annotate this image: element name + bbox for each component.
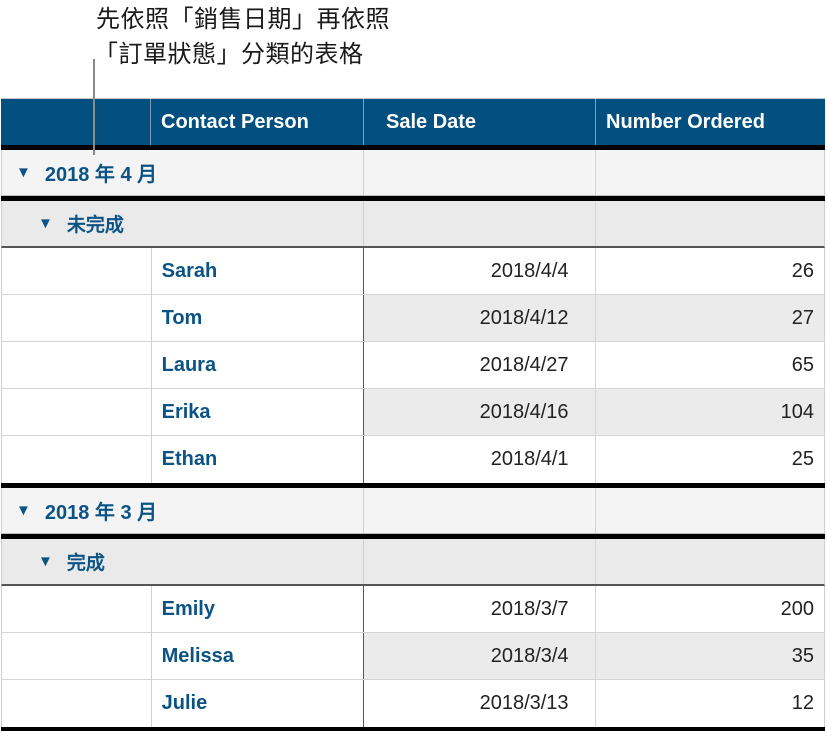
sale-date-cell[interactable]: 2018/3/7 — [364, 586, 596, 632]
sale-date-cell[interactable]: 2018/4/12 — [364, 295, 596, 341]
sale-date-cell[interactable]: 2018/4/4 — [364, 248, 596, 294]
contact-cell[interactable]: Erika — [151, 389, 365, 435]
table-row[interactable]: Tom 2018/4/12 27 — [1, 295, 825, 342]
table-row[interactable]: Melissa 2018/3/4 35 — [1, 633, 825, 680]
disclosure-triangle-down-icon[interactable]: ▼ — [38, 215, 53, 232]
callout-caption: 先依照「銷售日期」再依照 「訂單狀態」分類的表格 — [94, 2, 390, 72]
table-row[interactable]: Ethan 2018/4/1 25 — [1, 436, 825, 483]
table-row[interactable]: Erika 2018/4/16 104 — [1, 389, 825, 436]
header-cell-contact-person[interactable]: Contact Person — [151, 99, 364, 145]
subgroup-cell — [596, 539, 824, 584]
subgroup-row[interactable]: ▼ 未完成 — [1, 201, 825, 248]
subgroup-label-cell[interactable]: ▼ 未完成 — [2, 201, 365, 246]
disclosure-triangle-down-icon[interactable]: ▼ — [38, 553, 53, 570]
table-row[interactable]: Laura 2018/4/27 65 — [1, 342, 825, 389]
contact-cell[interactable]: Emily — [151, 586, 365, 632]
number-ordered-cell[interactable]: 25 — [596, 436, 824, 483]
header-row: Contact Person Sale Date Number Ordered — [1, 98, 825, 145]
number-ordered-cell[interactable]: 65 — [596, 342, 824, 388]
sale-date-cell[interactable]: 2018/3/4 — [364, 633, 596, 679]
category-cell[interactable] — [2, 295, 152, 341]
group-row[interactable]: ▼ 2018 年 4 月 — [1, 150, 825, 196]
group-label-cell[interactable]: ▼ 2018 年 3 月 — [2, 488, 365, 533]
subgroup-label: 完成 — [66, 552, 105, 574]
subgroup-label-cell[interactable]: ▼ 完成 — [2, 539, 365, 584]
number-ordered-cell[interactable]: 104 — [595, 389, 824, 435]
subgroup-label: 未完成 — [66, 214, 124, 236]
subgroup-cell — [596, 201, 824, 246]
group-cell — [596, 150, 824, 195]
callout-leader-line — [93, 59, 95, 155]
contact-cell[interactable]: Tom — [151, 295, 365, 341]
category-cell[interactable] — [2, 342, 152, 388]
group-row[interactable]: ▼ 2018 年 3 月 — [1, 488, 825, 534]
number-ordered-cell[interactable]: 26 — [596, 248, 824, 294]
disclosure-triangle-down-icon[interactable]: ▼ — [16, 164, 31, 181]
subgroup-cell — [364, 539, 596, 584]
category-cell[interactable] — [2, 586, 152, 632]
group-label: 2018 年 3 月 — [44, 502, 158, 524]
group-label-cell[interactable]: ▼ 2018 年 4 月 — [2, 150, 365, 195]
subgroup-cell — [364, 201, 596, 246]
contact-cell[interactable]: Laura — [151, 342, 365, 388]
caption-line-1: 先依照「銷售日期」再依照 — [96, 5, 390, 33]
sale-date-cell[interactable]: 2018/4/27 — [364, 342, 596, 388]
number-ordered-cell[interactable]: 35 — [595, 633, 824, 679]
number-ordered-cell[interactable]: 200 — [596, 586, 824, 632]
group-cell — [364, 488, 596, 533]
sale-date-cell[interactable]: 2018/4/16 — [364, 389, 596, 435]
subgroup-row[interactable]: ▼ 完成 — [1, 539, 825, 586]
group-label: 2018 年 4 月 — [44, 164, 158, 186]
categorized-table: Contact Person Sale Date Number Ordered … — [1, 98, 825, 731]
group-cell — [364, 150, 596, 195]
category-cell[interactable] — [2, 680, 152, 727]
contact-cell[interactable]: Ethan — [151, 436, 365, 483]
category-cell[interactable] — [2, 248, 152, 294]
number-ordered-cell[interactable]: 12 — [596, 680, 824, 727]
table-row[interactable]: Julie 2018/3/13 12 — [1, 680, 825, 727]
table-bottom-border — [1, 727, 825, 731]
header-cell-category[interactable] — [1, 99, 151, 145]
caption-line-2: 「訂單狀態」分類的表格 — [94, 40, 364, 68]
contact-cell[interactable]: Melissa — [151, 633, 365, 679]
disclosure-triangle-down-icon[interactable]: ▼ — [16, 502, 31, 519]
table-row[interactable]: Sarah 2018/4/4 26 — [1, 248, 825, 295]
sale-date-cell[interactable]: 2018/3/13 — [364, 680, 596, 727]
contact-cell[interactable]: Sarah — [151, 248, 365, 294]
category-cell[interactable] — [2, 436, 152, 483]
table-row[interactable]: Emily 2018/3/7 200 — [1, 586, 825, 633]
category-cell[interactable] — [2, 633, 152, 679]
category-cell[interactable] — [2, 389, 152, 435]
header-cell-number-ordered[interactable]: Number Ordered — [596, 99, 825, 145]
group-cell — [596, 488, 824, 533]
contact-cell[interactable]: Julie — [151, 680, 365, 727]
header-cell-sale-date[interactable]: Sale Date — [364, 99, 596, 145]
sale-date-cell[interactable]: 2018/4/1 — [364, 436, 596, 483]
number-ordered-cell[interactable]: 27 — [595, 295, 824, 341]
